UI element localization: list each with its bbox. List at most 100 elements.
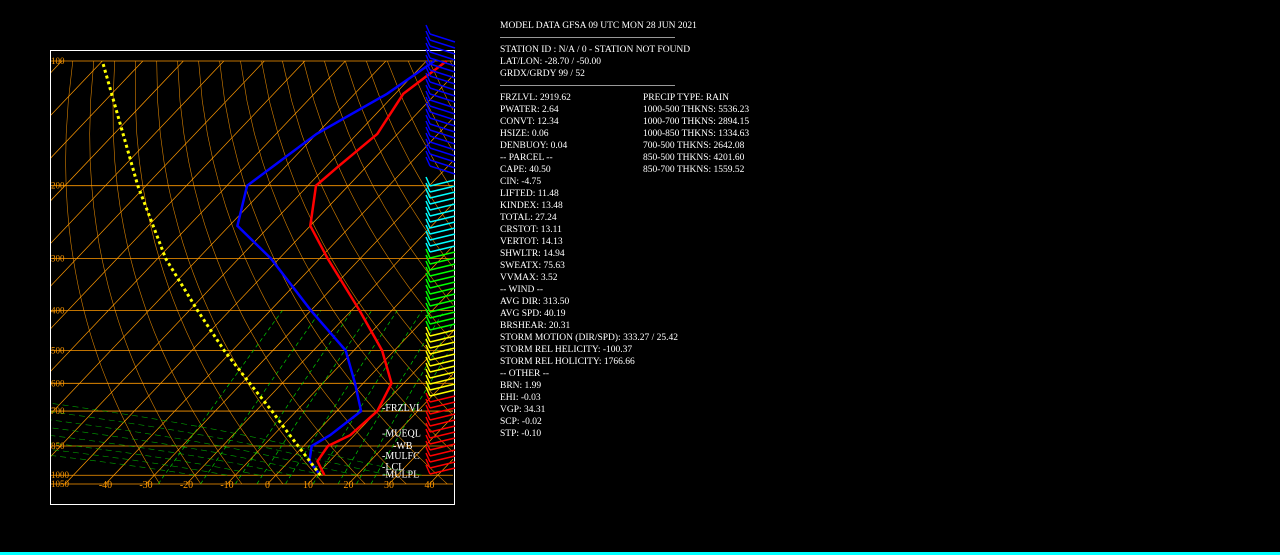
wind-barb xyxy=(429,209,456,217)
param-left-line: SCP: -0.02 xyxy=(500,417,542,427)
level-label: -MULFC xyxy=(382,451,420,462)
isotherm-line xyxy=(51,60,63,73)
param-right-line: 1000-500 THKNS: 5536.23 xyxy=(643,105,750,115)
pressure-tick-label: 850 xyxy=(51,441,65,451)
x-tick-label: 30 xyxy=(384,480,394,491)
dry-adiabat xyxy=(112,60,243,485)
param-left-line: DENBUOY: 0.04 xyxy=(500,141,568,151)
param-left-line: SWEATX: 75.63 xyxy=(500,261,565,271)
param-right-line: 1000-700 THKNS: 2894.15 xyxy=(643,117,750,127)
x-tick-label: 40 xyxy=(425,480,435,491)
dry-adiabat xyxy=(198,60,407,485)
skewt-chart: -40 -30 -20 -10 0 10 20 30 40 100 200 300 400 500 600 7… xyxy=(50,24,456,505)
param-right-line: 1000-850 THKNS: 1334.63 xyxy=(643,129,750,139)
wind-barb xyxy=(429,401,456,409)
wind-barb xyxy=(429,443,456,451)
isotherm-line xyxy=(51,60,306,329)
moist-adiabat xyxy=(51,449,228,476)
param-left-line: -- WIND -- xyxy=(500,285,544,295)
param-left-line: VERTOT: 14.13 xyxy=(500,237,563,247)
station-id: STATION ID : N/A / 0 - STATION NOT FOUND xyxy=(500,45,691,55)
mixing-ratio-line xyxy=(256,310,373,485)
mixing-ratio-line xyxy=(157,310,283,485)
level-label: -MUEQL xyxy=(382,429,421,440)
isotherm-line xyxy=(51,60,103,116)
wind-barb xyxy=(429,389,456,397)
dry-adiabat xyxy=(89,60,202,485)
dry-adiabat xyxy=(134,60,284,485)
wind-barb xyxy=(429,275,456,283)
wind-barb xyxy=(429,203,456,211)
pressure-tick-label: 700 xyxy=(51,406,65,416)
level-label: -MULPL xyxy=(382,470,419,481)
pressure-tick-label: 400 xyxy=(51,305,65,315)
level-label: -FRZLVL xyxy=(382,403,422,414)
param-left-line: CONVT: 12.34 xyxy=(500,117,559,127)
wind-barb xyxy=(429,347,456,355)
param-left-line: STP: -0.10 xyxy=(500,429,542,439)
param-left-line: STORM REL HOLICITY: 1766.66 xyxy=(500,357,635,367)
param-left-line: HSIZE: 0.06 xyxy=(500,129,549,139)
param-left-line: -- OTHER -- xyxy=(500,369,550,379)
wind-barb xyxy=(429,185,456,193)
x-tick-label: -10 xyxy=(220,480,233,491)
wind-barb xyxy=(429,299,456,307)
param-right-line: PRECIP TYPE: RAIN xyxy=(643,93,730,103)
wind-barb xyxy=(429,293,456,301)
param-left-line: SHWLTR: 14.94 xyxy=(500,249,565,259)
param-right-line: 850-700 THKNS: 1559.52 xyxy=(643,165,745,175)
x-tick-label: -30 xyxy=(139,480,152,491)
param-left-line: STORM REL HELICITY: -100.37 xyxy=(500,345,633,355)
param-right-line: 850-500 THKNS: 4201.60 xyxy=(643,153,745,163)
isotherm-line xyxy=(51,60,265,287)
pressure-tick-label: 100 xyxy=(51,56,65,66)
pressure-tick-label: 500 xyxy=(51,346,65,356)
param-left-line: PWATER: 2.64 xyxy=(500,105,559,115)
param-left-line: VVMAX: 3.52 xyxy=(500,273,558,283)
x-tick-label: -40 xyxy=(99,480,112,491)
pressure-tick-label: 1050 xyxy=(51,479,70,489)
moist-adiabat xyxy=(51,442,260,476)
param-left-line: BRN: 1.99 xyxy=(500,381,542,391)
isotherm-line xyxy=(51,60,184,201)
wind-barb xyxy=(429,215,456,223)
pressure-tick-label: 600 xyxy=(51,378,65,388)
param-left-line: -- PARCEL -- xyxy=(500,153,553,163)
wind-barb xyxy=(429,449,456,457)
wind-barb xyxy=(429,227,456,235)
isotherm-line xyxy=(64,75,453,485)
param-left-line: BRSHEAR: 20.31 xyxy=(500,321,571,331)
x-tick-label: 20 xyxy=(344,480,354,491)
wind-barb xyxy=(429,461,456,469)
wind-barb xyxy=(429,359,456,367)
x-tick-label: 0 xyxy=(265,480,270,491)
wind-barb xyxy=(429,437,456,445)
x-tick-label: -20 xyxy=(180,480,193,491)
dry-adiabat xyxy=(240,60,453,453)
separator xyxy=(500,37,675,38)
param-left-line: AVG SPD: 40.19 xyxy=(500,309,566,319)
moist-adiabat xyxy=(51,455,195,476)
wind-barb xyxy=(429,425,456,433)
wind-barb xyxy=(429,335,456,343)
wind-barb xyxy=(429,233,456,241)
isotherm-line xyxy=(388,416,453,485)
param-left-line: LIFTED: 11.48 xyxy=(500,189,559,199)
param-left-line: EHI: -0.03 xyxy=(500,393,541,403)
dry-adiabat xyxy=(407,60,453,152)
wind-barb xyxy=(429,371,456,379)
wind-barb xyxy=(429,395,456,403)
param-left-line: AVG DIR: 313.50 xyxy=(500,297,570,307)
param-left-line: STORM MOTION (DIR/SPD): 333.27 / 25.42 xyxy=(500,333,678,343)
wind-barb xyxy=(429,281,456,289)
parcel-profile xyxy=(100,60,322,477)
pressure-tick-label: 300 xyxy=(51,254,65,264)
grid-xy: GRDX/GRDY 99 / 52 xyxy=(500,69,585,79)
param-left-line: FRZLVL: 2919.62 xyxy=(500,93,571,103)
grid-lines xyxy=(51,60,453,485)
separator xyxy=(500,85,675,86)
param-left-line: VGP: 34.31 xyxy=(500,405,546,415)
lat-lon: LAT/LON: -28.70 / -50.00 xyxy=(500,57,602,67)
wind-barb xyxy=(429,191,456,199)
x-tick-label: 10 xyxy=(303,480,313,491)
